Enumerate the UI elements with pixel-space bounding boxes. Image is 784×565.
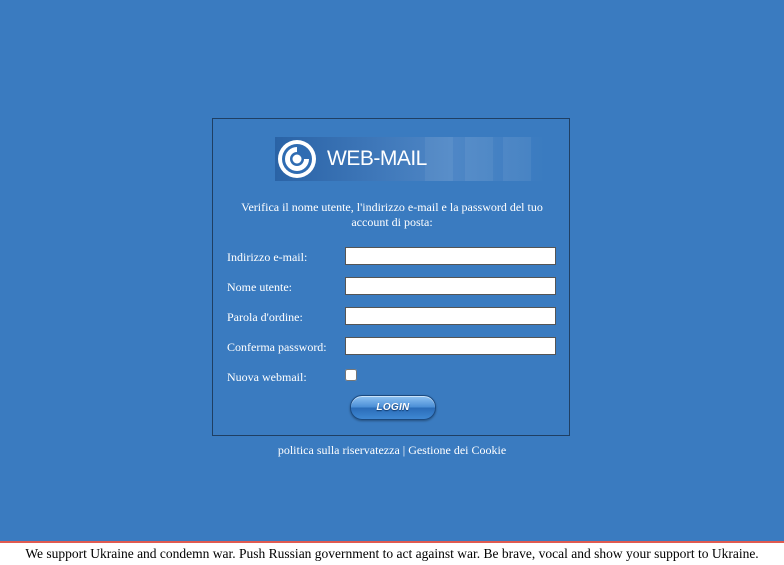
logo-stripe xyxy=(425,137,453,181)
email-field[interactable] xyxy=(345,247,556,265)
email-label: Indirizzo e-mail: xyxy=(227,250,308,264)
new-webmail-label: Nuova webmail: xyxy=(227,370,307,384)
confirm-password-field[interactable] xyxy=(345,337,556,355)
swirl-logo-icon xyxy=(278,140,316,178)
logo-stripe xyxy=(503,137,531,181)
footer-links: politica sulla riservatezza | Gestione d… xyxy=(0,443,784,458)
password-field[interactable] xyxy=(345,307,556,325)
login-page: WEB-MAIL Verifica il nome utente, l'indi… xyxy=(0,0,784,565)
cookie-management-link[interactable]: Gestione dei Cookie xyxy=(408,443,506,457)
confirm-password-row: Conferma password: xyxy=(227,337,557,357)
footer-separator: | xyxy=(402,443,406,457)
new-webmail-row: Nuova webmail: xyxy=(227,367,557,387)
logo-stripe xyxy=(465,137,493,181)
webmail-logo: WEB-MAIL xyxy=(275,137,545,181)
password-label: Parola d'ordine: xyxy=(227,310,303,324)
username-field[interactable] xyxy=(345,277,556,295)
logo-text: WEB-MAIL xyxy=(327,147,427,170)
username-row: Nome utente: xyxy=(227,277,557,297)
ukraine-support-banner: We support Ukraine and condemn war. Push… xyxy=(0,541,784,565)
instructions-text: Verifica il nome utente, l'indirizzo e-m… xyxy=(241,200,543,229)
new-webmail-checkbox[interactable] xyxy=(345,369,357,381)
login-button[interactable]: LOGIN xyxy=(350,395,436,420)
email-row: Indirizzo e-mail: xyxy=(227,247,557,267)
password-row: Parola d'ordine: xyxy=(227,307,557,327)
confirm-password-label: Conferma password: xyxy=(227,340,327,354)
username-label: Nome utente: xyxy=(227,280,292,294)
privacy-policy-link[interactable]: politica sulla riservatezza xyxy=(278,443,400,457)
login-panel: WEB-MAIL Verifica il nome utente, l'indi… xyxy=(212,118,570,436)
